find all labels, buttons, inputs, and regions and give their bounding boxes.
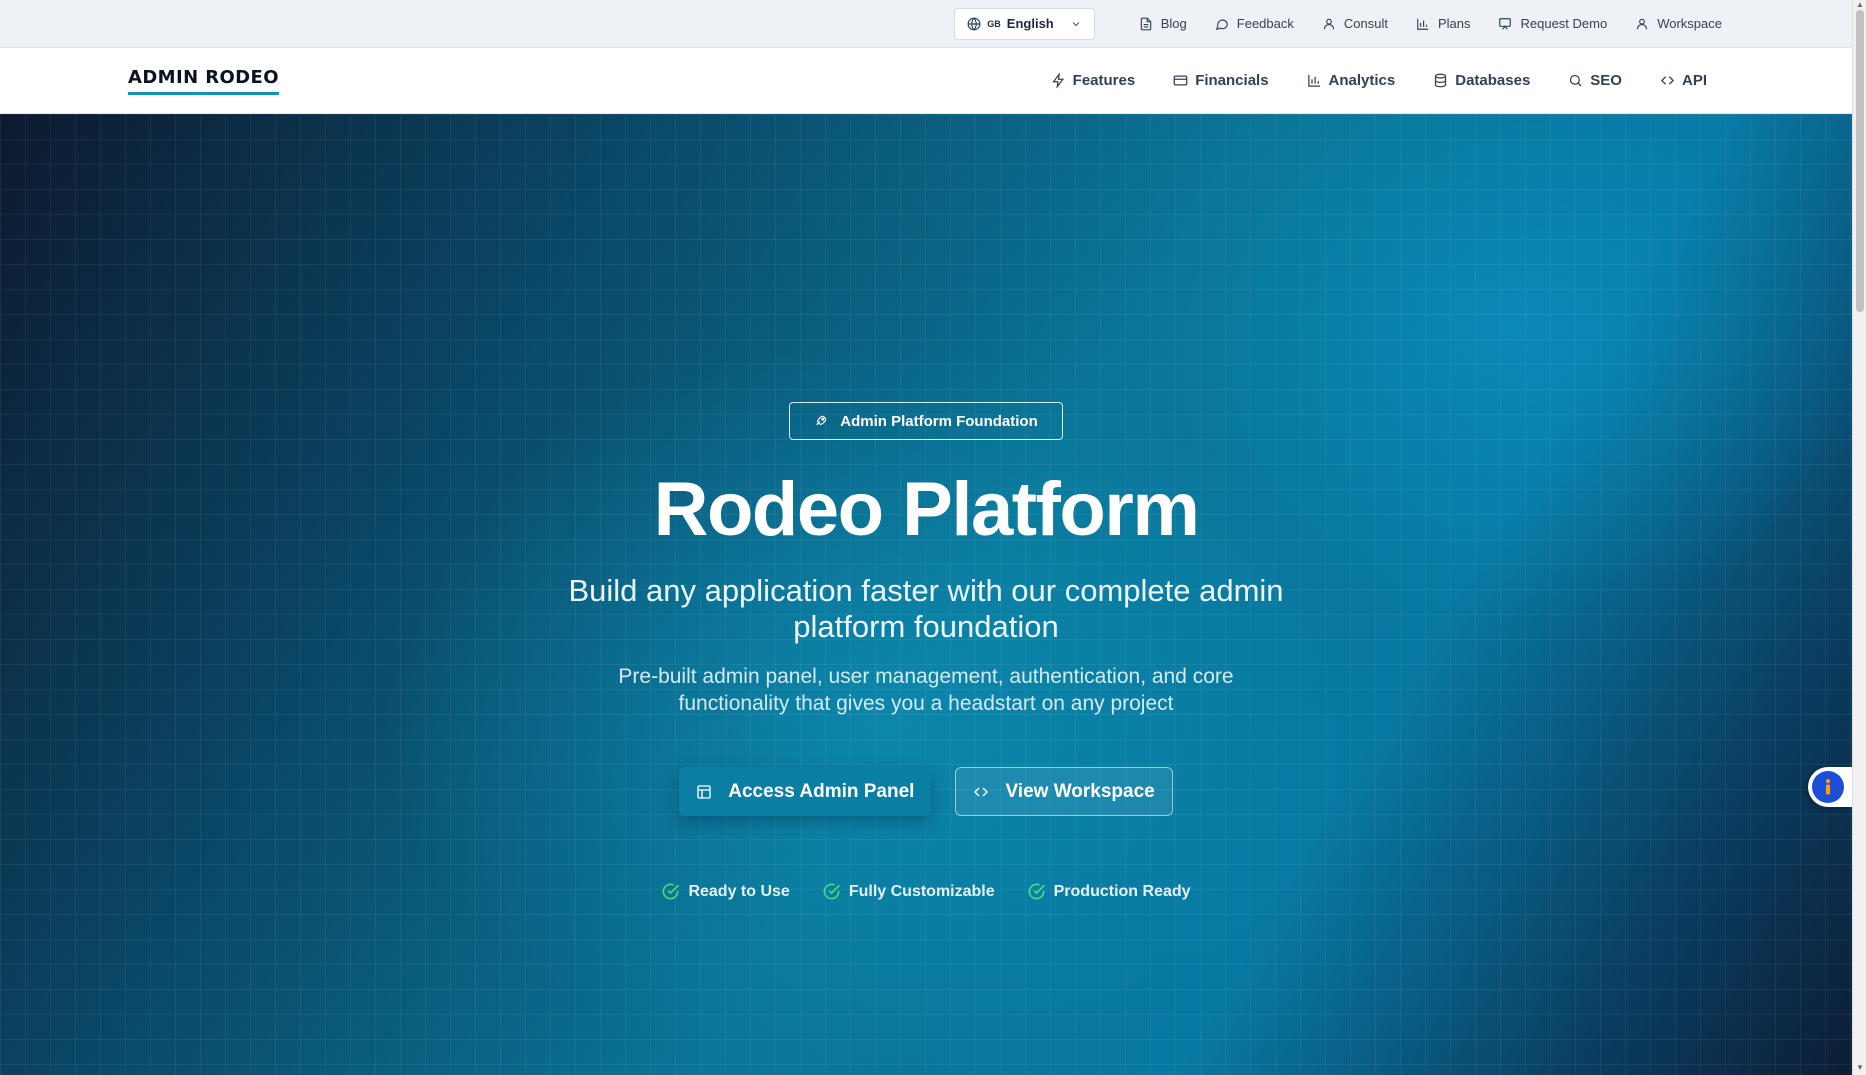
- nav-link-features[interactable]: Features: [1051, 72, 1136, 89]
- hero-subtitle: Build any application faster with our co…: [568, 573, 1284, 644]
- document-icon: [1140, 17, 1151, 30]
- util-link-request-demo[interactable]: Request Demo: [1498, 16, 1607, 31]
- logo[interactable]: ADMIN RODEO: [128, 67, 279, 95]
- util-link-workspace[interactable]: Workspace: [1635, 16, 1722, 31]
- nav-link-label: Databases: [1455, 72, 1531, 89]
- page: GB English Blog Feedback Consult Plans R…: [0, 0, 1866, 1075]
- lightning-icon: [1051, 73, 1064, 88]
- feature-label: Ready to Use: [688, 882, 790, 900]
- util-link-consult[interactable]: Consult: [1322, 16, 1388, 31]
- hero-content: Admin Platform Foundation Rodeo Platform…: [0, 114, 1852, 1075]
- rocket-icon: [816, 415, 827, 426]
- code-icon: [974, 787, 989, 796]
- nav-link-analytics[interactable]: Analytics: [1307, 72, 1396, 89]
- check-circle-icon: [823, 883, 840, 900]
- scroll-thumb[interactable]: [1856, 10, 1864, 312]
- page-scrollbar[interactable]: ▲ ▼: [1852, 0, 1866, 1075]
- hero-description: Pre-built admin panel, user management, …: [618, 665, 1234, 715]
- view-workspace-button[interactable]: View Workspace: [955, 767, 1173, 816]
- util-link-label: Blog: [1160, 16, 1187, 31]
- search-icon: [1570, 74, 1582, 87]
- util-link-blog[interactable]: Blog: [1139, 16, 1187, 31]
- credit-card-icon: [1173, 75, 1188, 86]
- feature-label: Fully Customizable: [848, 882, 995, 900]
- bar-chart-icon: [1307, 74, 1320, 87]
- nav-link-api[interactable]: API: [1660, 72, 1707, 89]
- util-link-label: Consult: [1343, 16, 1388, 31]
- bar-chart-icon: [1417, 18, 1429, 30]
- feature-item: Fully Customizable: [822, 882, 995, 901]
- util-link-label: Workspace: [1657, 16, 1722, 31]
- database-icon: [1435, 73, 1447, 88]
- util-link-label: Plans: [1437, 16, 1471, 31]
- globe-icon: [967, 17, 981, 30]
- user-icon: [1636, 18, 1648, 29]
- nav-link-databases[interactable]: Databases: [1433, 72, 1530, 89]
- nav-link-label: SEO: [1590, 72, 1622, 89]
- feature-item: Ready to Use: [661, 882, 790, 901]
- check-circle-icon: [663, 883, 680, 900]
- util-link-plans[interactable]: Plans: [1416, 16, 1471, 31]
- nav-link-label: Analytics: [1328, 72, 1396, 89]
- user-icon: [1323, 18, 1335, 29]
- layout-icon: [697, 784, 711, 799]
- access-admin-panel-label: Access Admin Panel: [728, 780, 915, 802]
- nav-links: Features Financials Analytics Databases …: [1013, 72, 1707, 89]
- nav-link-label: Financials: [1195, 72, 1269, 89]
- feature-label: Production Ready: [1053, 882, 1191, 900]
- main-nav: ADMIN RODEO Features Financials Analytic…: [0, 48, 1852, 114]
- code-icon: [1660, 76, 1674, 85]
- hero-title: Rodeo Platform: [653, 467, 1200, 552]
- utility-bar: GB English Blog Feedback Consult Plans R…: [0, 0, 1852, 48]
- language-label: English: [1006, 16, 1054, 31]
- nav-link-seo[interactable]: SEO: [1568, 72, 1622, 89]
- util-link-label: Feedback: [1236, 16, 1294, 31]
- nav-link-label: API: [1681, 72, 1707, 89]
- presentation-icon: [1499, 17, 1512, 30]
- language-select[interactable]: GB English: [954, 7, 1095, 40]
- feature-item: Production Ready: [1027, 882, 1191, 901]
- chat-bubble-icon: [1215, 18, 1228, 30]
- view-workspace-label: View Workspace: [1005, 780, 1155, 802]
- cta-row: Access Admin Panel View Workspace: [679, 767, 1173, 816]
- util-link-feedback[interactable]: Feedback: [1215, 16, 1294, 31]
- scroll-up-arrow-icon[interactable]: ▲: [1855, 0, 1865, 10]
- hero-section: Admin Platform Foundation Rodeo Platform…: [0, 114, 1852, 1075]
- hero-badge[interactable]: Admin Platform Foundation: [789, 402, 1063, 440]
- util-link-label: Request Demo: [1520, 16, 1608, 31]
- accessibility-icon: [1812, 771, 1844, 803]
- nav-link-label: Features: [1072, 72, 1136, 89]
- hero-badge-label: Admin Platform Foundation: [840, 412, 1038, 430]
- access-admin-panel-button[interactable]: Access Admin Panel: [679, 767, 932, 816]
- scroll-down-arrow-icon[interactable]: ▼: [1855, 1063, 1865, 1073]
- check-circle-icon: [1028, 883, 1045, 900]
- nav-link-financials[interactable]: Financials: [1173, 72, 1269, 89]
- feature-list: Ready to Use Fully Customizable Producti…: [645, 882, 1206, 901]
- accessibility-widget-button[interactable]: [1808, 767, 1852, 807]
- chevron-down-icon: [1072, 21, 1080, 26]
- flag-label: GB: [987, 18, 1001, 29]
